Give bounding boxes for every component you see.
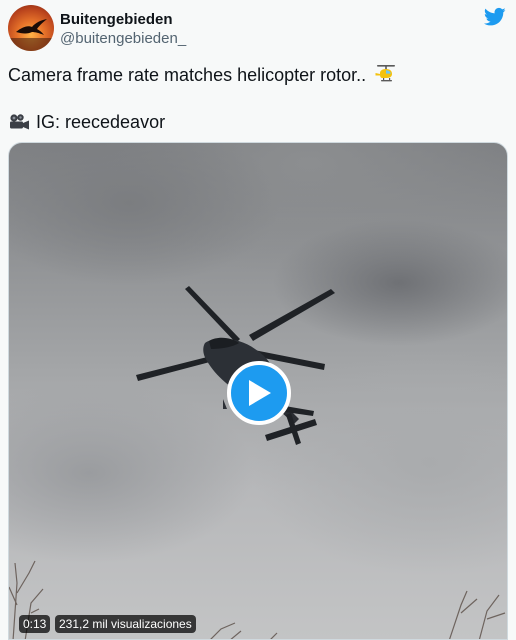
display-name[interactable]: Buitengebieden xyxy=(60,11,173,28)
tweet-card: Buitengebieden @buitengebieden_ Camera f… xyxy=(0,0,516,640)
twitter-bird-icon[interactable] xyxy=(484,7,506,27)
credit-text: IG: reecedeavor xyxy=(36,112,166,132)
video-player[interactable]: 0:13 231,2 mil visualizaciones xyxy=(8,142,508,640)
tweet-text: Camera frame rate matches helicopter rot… xyxy=(8,64,398,86)
play-icon xyxy=(249,380,271,406)
avatar[interactable] xyxy=(8,5,54,51)
play-button[interactable] xyxy=(227,361,291,425)
helicopter-emoji xyxy=(375,65,396,82)
video-credit: IG: reecedeavor xyxy=(8,111,165,133)
video-elapsed-time: 0:13 xyxy=(19,615,51,633)
helicopter xyxy=(136,286,335,445)
video-view-count: 231,2 mil visualizaciones xyxy=(55,615,196,633)
user-handle[interactable]: @buitengebieden_ xyxy=(60,30,186,47)
movie-camera-emoji xyxy=(10,114,29,130)
tweet-body: Camera frame rate matches helicopter rot… xyxy=(8,65,367,85)
bird-silhouette-icon xyxy=(8,19,54,51)
